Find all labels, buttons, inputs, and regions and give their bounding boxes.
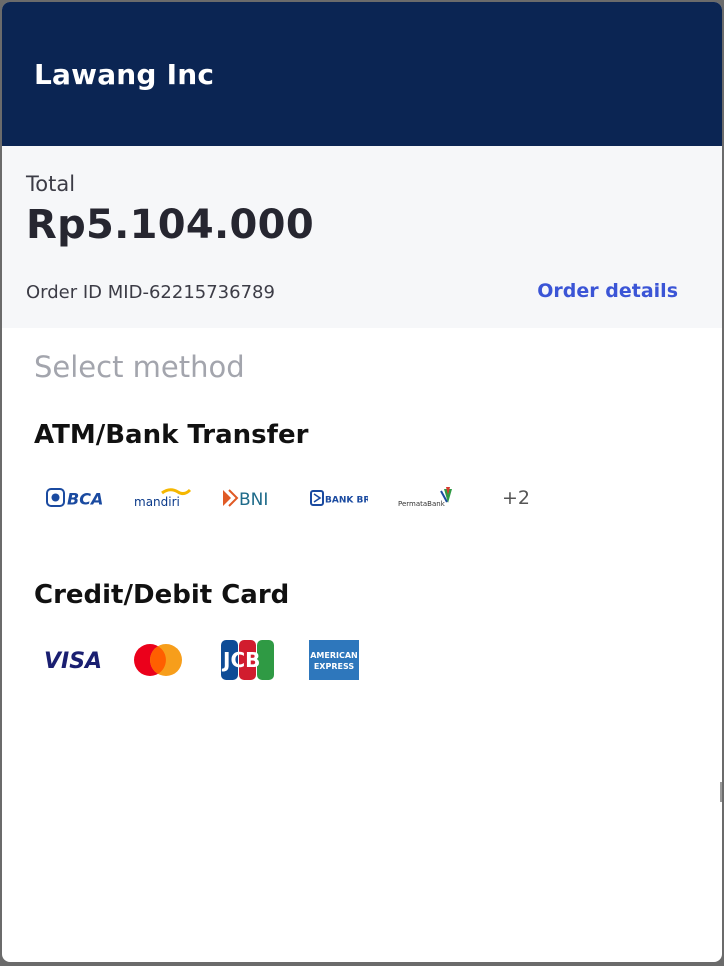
bri-logo-text: BANK BRI (325, 496, 368, 506)
credit-card-option[interactable]: Credit/Debit Card VISA JCB AMERICAN EXPR… (34, 580, 690, 682)
amex-logo: AMERICAN EXPRESS (298, 638, 386, 682)
bri-logo: BANK BRI (298, 478, 386, 518)
payment-modal: Lawang Inc Total Rp5.104.000 Order ID MI… (2, 2, 722, 962)
jcb-logo: JCB (210, 638, 298, 682)
mandiri-logo: mandiri (122, 478, 210, 518)
bca-logo-text: BCA (67, 490, 103, 509)
credit-card-title: Credit/Debit Card (34, 580, 290, 610)
method-list: Select method ATM/Bank Transfer BCA mand… (2, 328, 722, 682)
total-amount: Rp5.104.000 (26, 202, 314, 248)
header: Lawang Inc (2, 2, 722, 146)
more-banks-count: +2 (502, 487, 531, 509)
select-method-heading: Select method (34, 350, 245, 384)
mastercard-logo (122, 638, 210, 682)
visa-logo: VISA (34, 638, 122, 682)
permata-logo-text: PermataBank (398, 500, 446, 508)
merchant-name: Lawang Inc (34, 57, 215, 91)
order-details-link[interactable]: Order details (537, 280, 678, 302)
jcb-logo-text: JCB (221, 648, 260, 672)
bank-transfer-option[interactable]: ATM/Bank Transfer BCA mandiri BNI BANK B… (34, 420, 690, 518)
bca-logo: BCA (34, 478, 122, 518)
amex-logo-text-top: AMERICAN (310, 651, 358, 660)
order-id: Order ID MID-62215736789 (26, 282, 275, 303)
total-label: Total (26, 172, 76, 196)
bank-logos: BCA mandiri BNI BANK BR PermataBank +2 (34, 478, 690, 518)
visa-logo-text: VISA (44, 649, 102, 673)
card-network-logos: VISA JCB AMERICAN EXPRESS (34, 638, 690, 682)
permata-logo: PermataBank (386, 478, 474, 518)
scrollbar[interactable] (720, 782, 722, 802)
amex-logo-text-bottom: EXPRESS (314, 662, 355, 671)
mandiri-logo-text: mandiri (134, 495, 180, 509)
bni-logo: BNI (210, 478, 298, 518)
bni-logo-text: BNI (239, 490, 268, 509)
order-summary: Total Rp5.104.000 Order ID MID-622157367… (2, 146, 722, 328)
bank-transfer-title: ATM/Bank Transfer (34, 420, 309, 450)
